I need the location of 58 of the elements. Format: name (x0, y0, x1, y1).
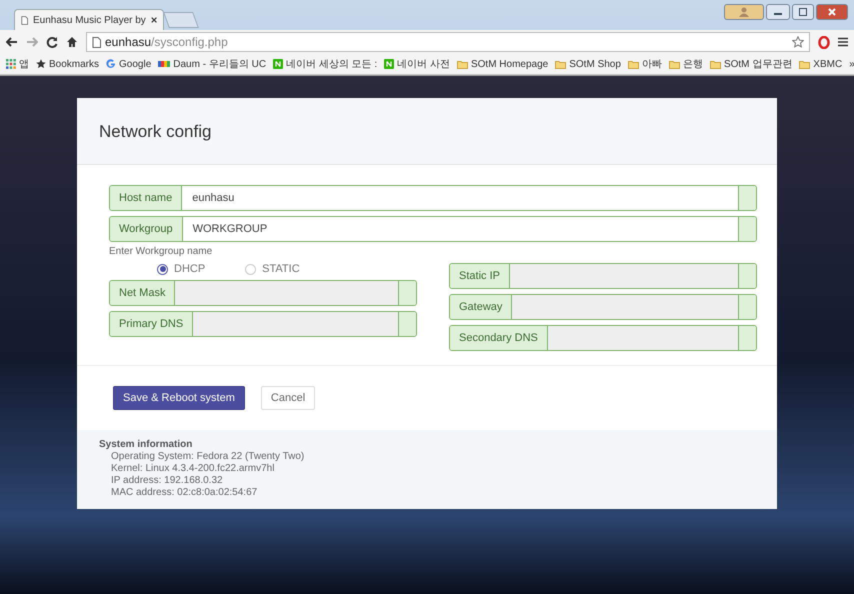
browser-tab[interactable]: Eunhasu Music Player by (14, 9, 164, 30)
address-bar[interactable]: eunhasu/sysconfig.php (86, 32, 810, 52)
person-icon (739, 7, 749, 17)
color-bars-icon (158, 61, 170, 67)
close-icon (828, 8, 836, 16)
bookmark-item[interactable]: 은행 (668, 57, 703, 71)
close-icon (150, 16, 157, 24)
new-tab-button[interactable] (163, 12, 199, 28)
bookmark-item[interactable]: SOtM 업무관련 (710, 57, 792, 71)
star-icon (36, 59, 46, 69)
reload-icon (46, 36, 58, 48)
folder-icon (456, 60, 468, 68)
star-outline-icon (792, 36, 804, 48)
info-line: IP address: 192.168.0.32 (111, 475, 224, 487)
radio-button[interactable] (157, 264, 168, 274)
system-info-title: System information (99, 439, 192, 450)
back-arrow-icon (6, 37, 18, 47)
folder-icon (799, 60, 810, 68)
card-title: Network config (99, 122, 212, 142)
more-bookmarks-button[interactable]: » (849, 58, 854, 70)
folder-icon (628, 60, 639, 68)
opera-logo-icon (818, 36, 830, 48)
tab-title: Eunhasu Music Player by (32, 14, 146, 26)
url-text: eunhasu/sysconfig.php (105, 35, 228, 49)
bookmark-item[interactable]: SOtM Homepage (456, 58, 548, 70)
n-square-icon (273, 59, 284, 69)
bookmark-item[interactable]: Daum - 우리들의 UC (158, 57, 266, 71)
minimize-button[interactable] (766, 4, 790, 20)
info-line: Operating System: Fedora 22 (Twenty Two) (111, 451, 306, 463)
google-logo-icon (106, 59, 116, 69)
apps-grid-icon (6, 59, 16, 69)
menu-icon (838, 37, 848, 47)
cancel-button[interactable]: Cancel (260, 386, 316, 410)
window-close-button[interactable] (816, 4, 848, 20)
info-line: MAC address: 02:c8:0a:02:54:67 (111, 487, 258, 499)
radio-option[interactable]: DHCP (157, 263, 206, 275)
bookmark-item[interactable]: Google (106, 58, 152, 70)
page-icon (92, 36, 101, 48)
bookmark-item[interactable]: SOtM Shop (555, 58, 621, 70)
maximize-button[interactable] (792, 4, 814, 20)
bookmark-item[interactable]: 네이버 사전 (384, 57, 450, 71)
save-reboot-button[interactable]: Save & Reboot system (113, 386, 245, 410)
home-icon (66, 36, 78, 48)
folder-icon (710, 60, 721, 68)
folder-icon (668, 60, 680, 68)
n-square-icon (384, 59, 394, 69)
info-line: Kernel: Linux 4.3.4-200.fc22.armv7hl (111, 463, 276, 475)
page-icon (21, 14, 28, 26)
bookmark-item[interactable]: 아빠 (628, 57, 662, 71)
bookmark-item[interactable]: 앱 (6, 57, 29, 71)
radio-option[interactable]: STATIC (245, 263, 300, 275)
help-text: Enter Workgroup name (109, 246, 214, 257)
bookmark-item[interactable]: 네이버 세상의 모든 : (273, 57, 378, 71)
bookmark-item[interactable]: XBMC (799, 58, 842, 70)
forward-arrow-icon (26, 37, 38, 47)
bookmark-item[interactable]: Bookmarks (36, 58, 100, 70)
folder-icon (555, 60, 566, 68)
maximize-icon (799, 8, 807, 16)
